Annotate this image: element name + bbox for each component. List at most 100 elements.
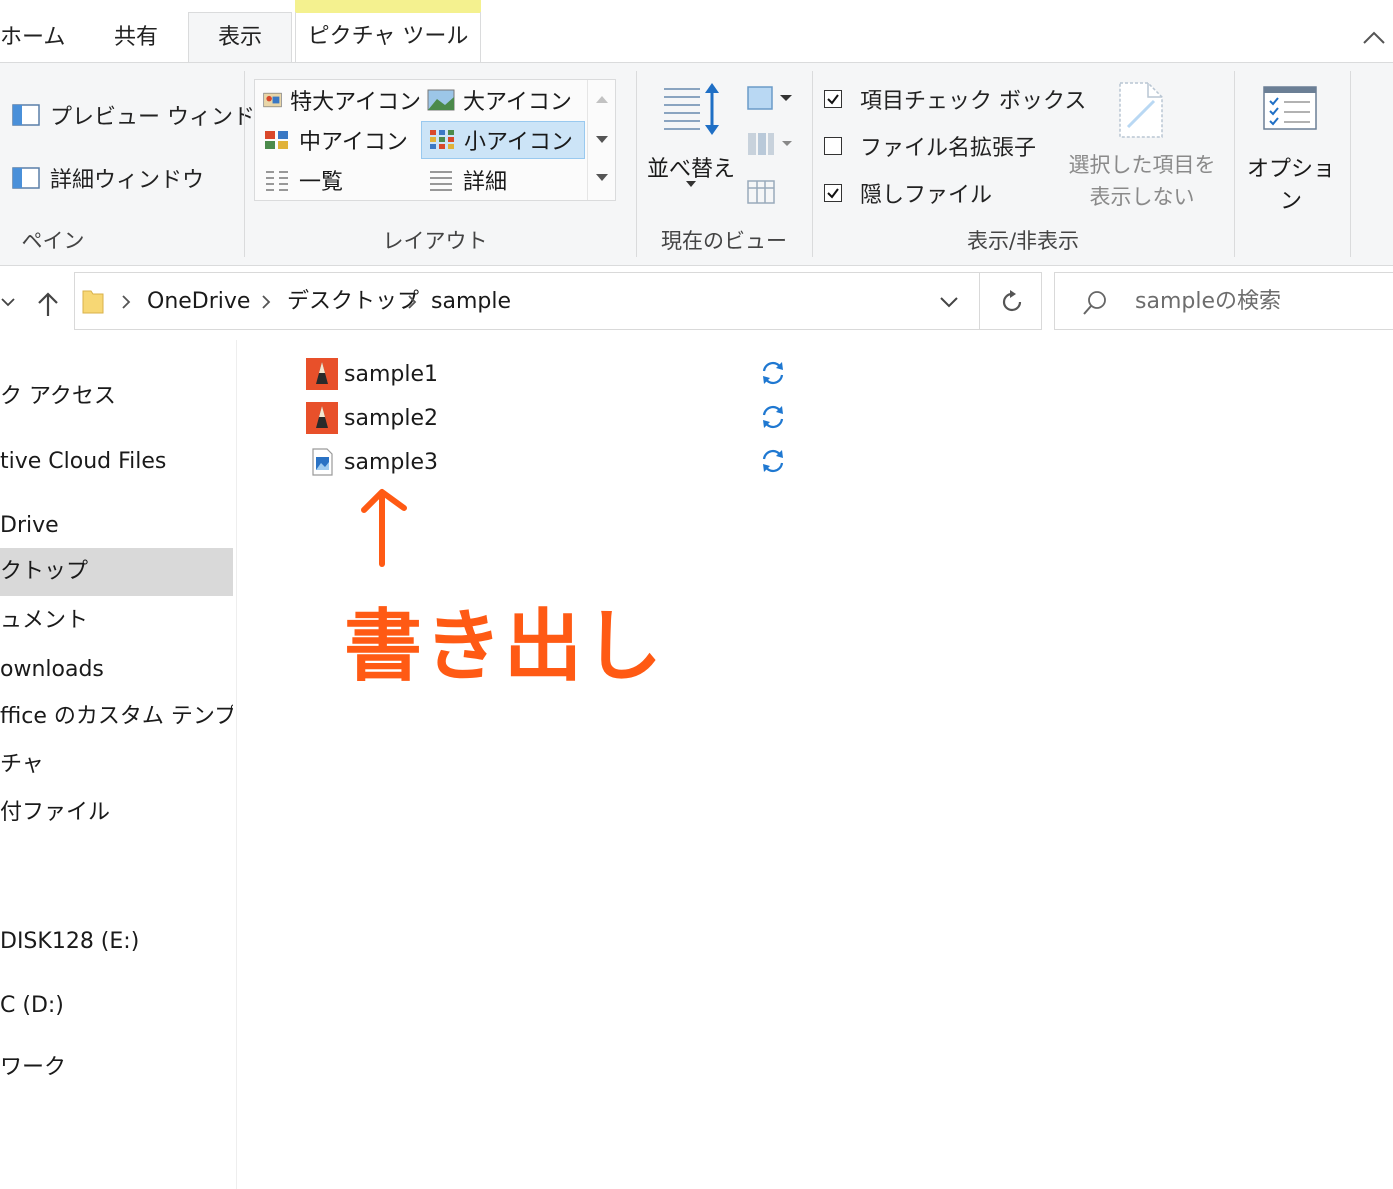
ribbon: プレビュー ウィンドウ 詳細ウィンドウ ペイン 特大アイコン 大アイコン 中アイ… (0, 62, 1393, 266)
group-separator (244, 71, 245, 257)
medium-icons-label: 中アイコン (299, 130, 408, 155)
sketchbook-icon (306, 358, 338, 390)
tab-picture-tools[interactable]: ピクチャ ツール (295, 12, 481, 62)
hidden-items-checkbox[interactable] (824, 184, 842, 202)
layout-extra-large-icons[interactable]: 特大アイコン (257, 81, 421, 119)
hide-selected-label-line2: 表示しない (1089, 185, 1195, 209)
layout-group-label: レイアウト (382, 229, 488, 253)
breadcrumb-desktop[interactable]: デスクトップ (287, 273, 419, 331)
group-separator (1234, 71, 1235, 257)
medium-icons-icon (265, 131, 288, 149)
list-item-file[interactable]: sample1 (306, 354, 438, 394)
group-by-icon[interactable] (746, 85, 794, 111)
sketchbook-icon (306, 402, 338, 434)
nav-item-drive-e[interactable]: DISK128 (E:) (0, 918, 233, 966)
nav-item-pictures[interactable]: チャ (0, 741, 233, 789)
image-file-icon (312, 448, 333, 476)
nav-item-documents[interactable]: ュメント (0, 597, 233, 645)
options-icon (1263, 86, 1317, 130)
breadcrumb-chevron-icon[interactable] (119, 294, 133, 310)
layout-small-icons[interactable]: 小アイコン (421, 121, 585, 159)
layout-large-icons[interactable]: 大アイコン (421, 81, 585, 119)
up-arrow-icon[interactable] (36, 290, 60, 318)
list-item-file[interactable]: sample3 (306, 442, 438, 482)
item-check-boxes-checkbox[interactable] (824, 90, 842, 108)
file-name-extensions-checkbox[interactable] (824, 137, 842, 155)
preview-pane-label: プレビュー ウィンドウ (50, 105, 277, 130)
nav-item-network[interactable]: ワーク (0, 1044, 233, 1092)
folder-icon (82, 290, 104, 314)
nav-item-creative-cloud[interactable]: tive Cloud Files (0, 438, 233, 486)
refresh-icon[interactable] (999, 289, 1025, 315)
file-name: sample2 (344, 405, 438, 431)
list-view-icon (266, 171, 288, 191)
breadcrumb-sample[interactable]: sample (431, 273, 511, 331)
nav-item-downloads[interactable]: ownloads (0, 646, 233, 694)
hidden-items-toggle[interactable]: 隠しファイル (824, 177, 992, 209)
preview-pane-button[interactable]: プレビュー ウィンドウ (12, 99, 277, 131)
nav-item-office-templates[interactable]: ffice のカスタム テンプレー (0, 693, 233, 741)
address-bar[interactable]: OneDrive デスクトップ sample (74, 272, 1042, 330)
sort-by-dropdown-icon (686, 181, 696, 187)
nav-item-attachments[interactable]: 付ファイル (0, 789, 233, 837)
tab-share[interactable]: 共有 (92, 14, 180, 62)
hide-selected-items-icon (1119, 82, 1163, 138)
search-icon (1083, 291, 1106, 315)
gallery-expand-icon[interactable] (596, 174, 608, 181)
large-icons-label: 大アイコン (463, 90, 572, 115)
hide-selected-items-button[interactable]: 選択した項目を 表示しない (1060, 79, 1224, 219)
size-columns-icon[interactable] (746, 177, 776, 207)
show-hide-group-label: 表示/非表示 (966, 229, 1080, 253)
extra-large-icons-label: 特大アイコン (290, 90, 421, 115)
nav-item-quick-access[interactable]: ク アクセス (0, 373, 233, 421)
nav-item-desktop[interactable]: クトップ (0, 548, 233, 596)
nav-item-onedrive[interactable]: Drive (0, 502, 233, 550)
item-check-boxes-label: 項目チェック ボックス (860, 89, 1087, 114)
list-label: 一覧 (299, 170, 344, 195)
sort-by-label: 並べ替え (646, 157, 735, 182)
details-pane-label: 詳細ウィンドウ (50, 168, 205, 193)
file-name: sample3 (344, 449, 438, 475)
gallery-scroll-down-icon[interactable] (596, 136, 608, 143)
nav-item-drive-d[interactable]: C (D:) (0, 982, 233, 1030)
annotation-arrow-icon (361, 489, 407, 567)
address-history-chevron-icon[interactable] (939, 293, 959, 311)
breadcrumb-chevron-icon[interactable] (405, 294, 419, 310)
preview-pane-icon (12, 104, 40, 126)
group-separator (1350, 71, 1351, 257)
hidden-items-label: 隠しファイル (860, 183, 993, 208)
sync-pending-icon (762, 361, 784, 385)
layout-medium-icons[interactable]: 中アイコン (257, 121, 421, 159)
small-icons-icon (430, 130, 454, 149)
list-item-file[interactable]: sample2 (306, 398, 438, 438)
layout-list[interactable]: 一覧 (257, 161, 421, 199)
layout-details[interactable]: 詳細 (421, 161, 585, 199)
gallery-scroll-up-icon[interactable] (596, 96, 608, 103)
navigation-pane: ク アクセス tive Cloud Files Drive クトップ ュメント … (0, 340, 237, 1189)
sort-by-icon (664, 83, 719, 135)
item-check-boxes-toggle[interactable]: 項目チェック ボックス (824, 83, 1086, 115)
breadcrumb-chevron-icon[interactable] (259, 294, 273, 310)
add-columns-icon[interactable] (746, 131, 794, 157)
chevron-up-icon[interactable] (1360, 24, 1388, 52)
sync-pending-icon (762, 405, 784, 429)
sort-by-button[interactable]: 並べ替え (646, 81, 736, 211)
pane-group-label: ペイン (21, 229, 85, 253)
tab-view[interactable]: 表示 (188, 12, 292, 63)
breadcrumb-onedrive[interactable]: OneDrive (147, 273, 250, 331)
file-name-extensions-toggle[interactable]: ファイル名拡張子 (824, 130, 1036, 162)
options-button[interactable]: オプション (1238, 83, 1344, 214)
extra-large-icons-icon (263, 92, 282, 108)
ribbon-tab-bar: ホーム 共有 表示 ピクチャ ツール (0, 0, 1393, 63)
large-icons-icon (427, 89, 455, 111)
address-divider (979, 273, 980, 329)
hide-selected-label-line1: 選択した項目を (1068, 153, 1216, 177)
gallery-scrollbar (587, 80, 616, 200)
search-placeholder: sampleの検索 (1135, 289, 1281, 314)
annotation-text: 書き出し (344, 602, 665, 692)
tab-home[interactable]: ホーム (0, 14, 80, 62)
search-box[interactable]: sampleの検索 (1054, 272, 1393, 330)
details-pane-button[interactable]: 詳細ウィンドウ (12, 162, 204, 194)
layout-gallery: 特大アイコン 大アイコン 中アイコン 小アイコン 一覧 詳細 (254, 79, 616, 201)
recent-locations-chevron-icon[interactable] (0, 294, 16, 310)
